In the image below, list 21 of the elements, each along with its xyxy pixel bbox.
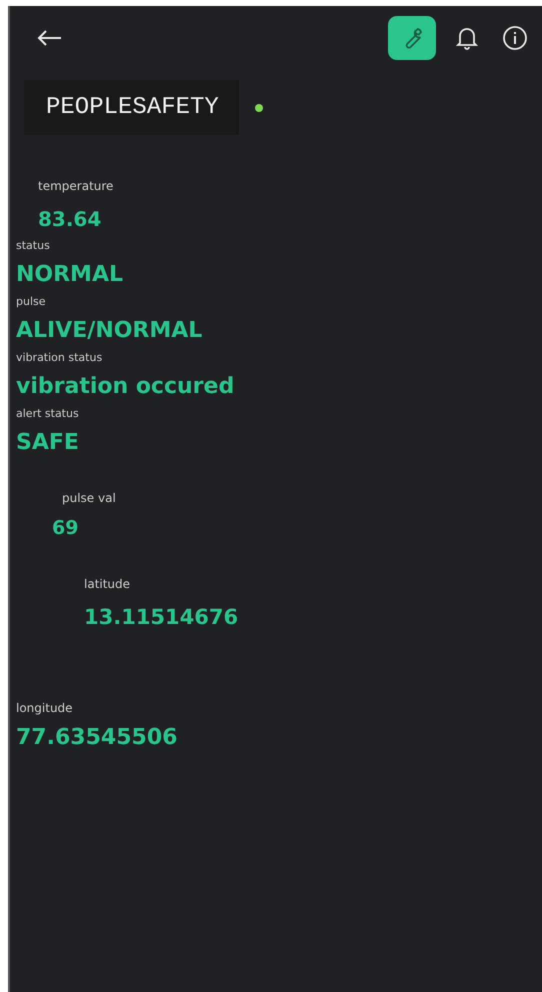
widget-value: 69 (52, 517, 78, 539)
widget-value: NORMAL (16, 262, 123, 287)
widget-value: SAFE (16, 430, 79, 455)
wrench-button[interactable] (388, 16, 436, 60)
widget-value: 13.11514676 (84, 605, 238, 629)
back-arrow-icon[interactable] (36, 29, 62, 47)
bell-icon[interactable] (456, 26, 478, 50)
widget-value: 83.64 (38, 207, 102, 231)
widget-value: ALIVE/NORMAL (16, 318, 202, 343)
widget-label: pulse (16, 295, 46, 308)
widget-label: temperature (38, 179, 114, 193)
app-title: PEOPLESAFETY (24, 80, 239, 135)
widget-label: status (16, 239, 50, 252)
widget-value: 77.63545506 (16, 725, 178, 750)
widget-value: vibration occured (16, 374, 234, 399)
widget-label: longitude (16, 701, 73, 715)
info-icon[interactable] (502, 25, 528, 51)
widget-label: vibration status (16, 351, 102, 364)
widget-label: alert status (16, 407, 79, 420)
widget-label: pulse val (62, 491, 116, 505)
widget-label: latitude (84, 577, 130, 591)
